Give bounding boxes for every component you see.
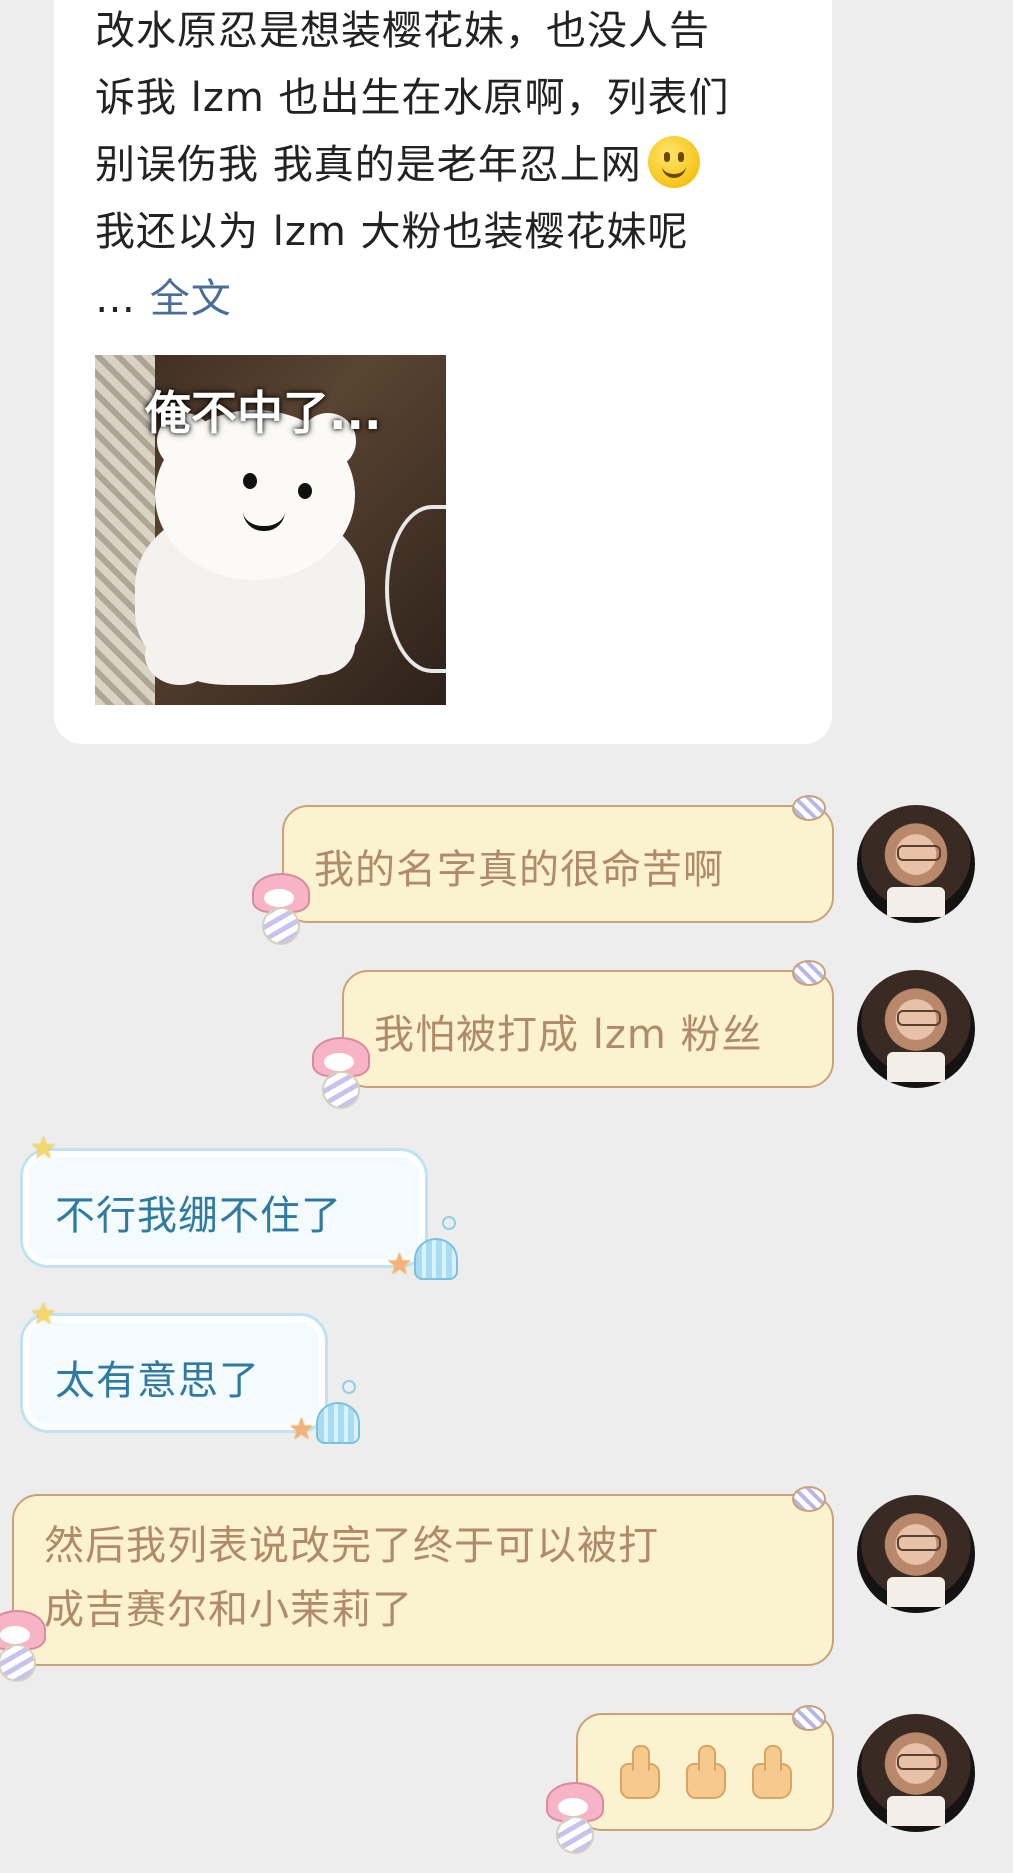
melody-sticker-icon <box>308 1037 370 1109</box>
melody-sticker-icon <box>542 1782 604 1854</box>
message-bubble-outgoing[interactable] <box>576 1713 834 1831</box>
smile-emoji-icon <box>647 136 700 188</box>
candy-sticker-icon <box>792 1705 826 1731</box>
post-text: 改水原忍是想装樱花妹，也没人告 诉我 lzm 也出生在水原啊，列表们 别误伤我 … <box>95 0 795 333</box>
message-text-line: 成吉赛尔和小茉莉了 <box>44 1587 413 1633</box>
candy-sticker-icon <box>792 1486 826 1512</box>
candy-sticker-icon <box>792 960 826 986</box>
avatar[interactable] <box>857 1714 975 1832</box>
shell-sticker-icon <box>414 1238 458 1280</box>
meme-caption: 俺不中了... <box>145 386 382 440</box>
post-line: 别误伤我 我真的是老年忍上网 <box>95 132 795 199</box>
post-line: 改水原忍是想装樱花妹，也没人告 <box>95 8 710 54</box>
message-bubble-outgoing[interactable]: 我的名字真的很命苦啊 <box>282 805 834 923</box>
emoji-row <box>612 1745 832 1799</box>
post-line: 我还以为 lzm 大粉也装樱花妹呢 <box>95 209 689 255</box>
avatar[interactable] <box>857 970 975 1088</box>
message-bubble-incoming[interactable]: 太有意思了 <box>20 1313 328 1433</box>
thumbs-up-icon <box>678 1745 728 1799</box>
thumbs-up-icon <box>612 1745 662 1799</box>
melody-sticker-icon <box>248 873 310 945</box>
avatar[interactable] <box>857 805 975 923</box>
post-line: … 全文 <box>95 276 232 322</box>
message-bubble-incoming[interactable]: 不行我绷不住了 <box>20 1148 428 1268</box>
message-bubble-outgoing[interactable]: 我怕被打成 lzm 粉丝 <box>342 970 834 1088</box>
full-text-link[interactable]: 全文 <box>150 276 232 322</box>
message-text: 不行我绷不住了 <box>55 1193 342 1239</box>
post-meme-image[interactable]: 俺不中了... <box>95 355 446 705</box>
shell-sticker-icon <box>316 1402 360 1444</box>
bubble-decoration <box>342 1380 356 1394</box>
star-sticker-icon: ★ <box>30 1131 57 1166</box>
message-text: 我怕被打成 lzm 粉丝 <box>374 1012 763 1058</box>
message-text: 我的名字真的很命苦啊 <box>314 847 724 893</box>
melody-sticker-icon <box>0 1610 46 1682</box>
candy-sticker-icon <box>792 795 826 821</box>
message-text-line: 然后我列表说改完了终于可以被打 <box>44 1523 659 1569</box>
star-sticker-icon: ★ <box>30 1297 57 1332</box>
post-line: 诉我 lzm 也出生在水原啊，列表们 <box>95 75 730 121</box>
star-sticker-icon: ★ <box>386 1247 413 1282</box>
thumbs-up-icon <box>744 1745 794 1799</box>
message-bubble-outgoing[interactable]: 然后我列表说改完了终于可以被打 成吉赛尔和小茉莉了 <box>12 1494 834 1666</box>
star-sticker-icon: ★ <box>288 1412 315 1447</box>
avatar[interactable] <box>857 1495 975 1613</box>
message-text: 太有意思了 <box>55 1358 260 1404</box>
bubble-decoration <box>442 1216 456 1230</box>
